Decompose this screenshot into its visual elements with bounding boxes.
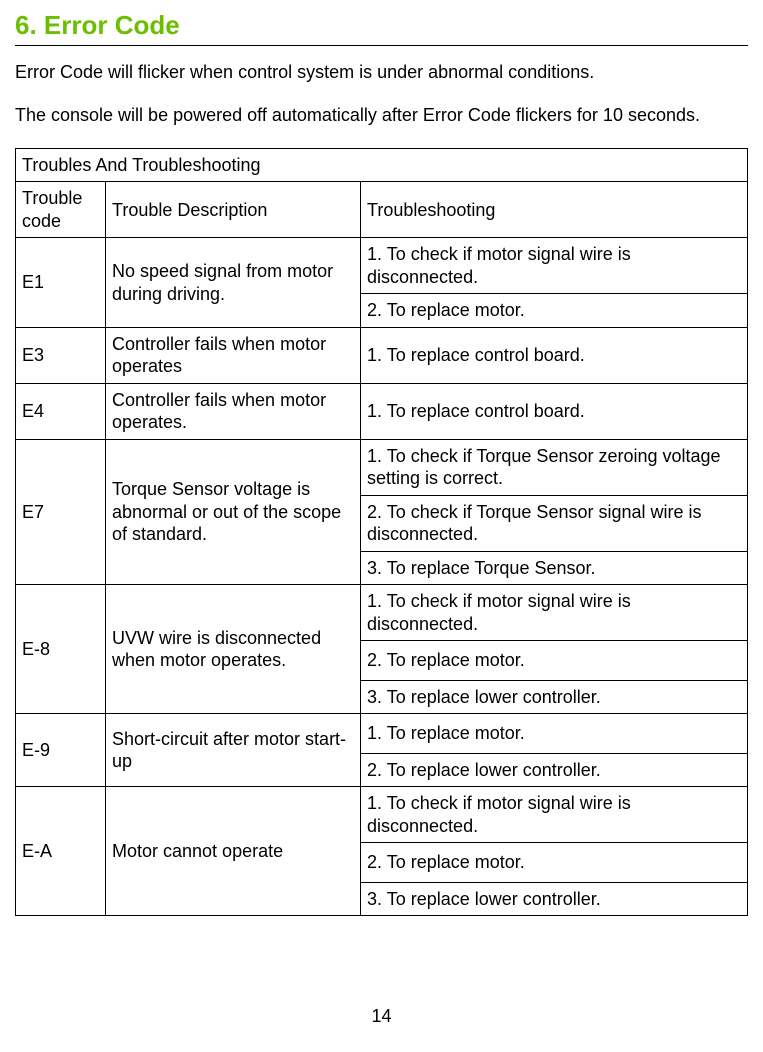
desc-cell: UVW wire is disconnected when motor oper… (106, 585, 361, 714)
shoot-cell: 1. To check if Torque Sensor zeroing vol… (361, 439, 748, 495)
table-header-row: Trouble code Trouble Description Trouble… (16, 182, 748, 238)
intro-paragraph-2: The console will be powered off automati… (15, 104, 748, 127)
shoot-cell: 1. To check if motor signal wire is disc… (361, 238, 748, 294)
shoot-cell: 1. To replace control board. (361, 383, 748, 439)
shoot-cell: 3. To replace Torque Sensor. (361, 551, 748, 585)
code-cell: E4 (16, 383, 106, 439)
code-cell: E1 (16, 238, 106, 328)
troubleshooting-table: Troubles And Troubleshooting Trouble cod… (15, 148, 748, 917)
table-title: Troubles And Troubleshooting (16, 148, 748, 182)
desc-cell: Controller fails when motor operates (106, 327, 361, 383)
table-row: E-8 UVW wire is disconnected when motor … (16, 585, 748, 641)
shoot-cell: 1. To replace control board. (361, 327, 748, 383)
shoot-cell: 2. To check if Torque Sensor signal wire… (361, 495, 748, 551)
desc-cell: No speed signal from motor during drivin… (106, 238, 361, 328)
header-code: Trouble code (16, 182, 106, 238)
shoot-cell: 2. To replace motor. (361, 641, 748, 681)
code-cell: E-A (16, 787, 106, 916)
table-row: E-9 Short-circuit after motor start-up 1… (16, 714, 748, 754)
shoot-cell: 2. To replace motor. (361, 294, 748, 328)
code-cell: E7 (16, 439, 106, 585)
table-row: E-A Motor cannot operate 1. To check if … (16, 787, 748, 843)
page-number: 14 (0, 1006, 763, 1027)
table-row: E3 Controller fails when motor operates … (16, 327, 748, 383)
code-cell: E-9 (16, 714, 106, 787)
intro-paragraph-1: Error Code will flicker when control sys… (15, 61, 748, 84)
desc-cell: Motor cannot operate (106, 787, 361, 916)
table-title-row: Troubles And Troubleshooting (16, 148, 748, 182)
table-row: E4 Controller fails when motor operates.… (16, 383, 748, 439)
shoot-cell: 2. To replace motor. (361, 843, 748, 883)
table-row: E7 Torque Sensor voltage is abnormal or … (16, 439, 748, 495)
shoot-cell: 1. To check if motor signal wire is disc… (361, 787, 748, 843)
table-row: E1 No speed signal from motor during dri… (16, 238, 748, 294)
shoot-cell: 1. To check if motor signal wire is disc… (361, 585, 748, 641)
code-cell: E-8 (16, 585, 106, 714)
desc-cell: Torque Sensor voltage is abnormal or out… (106, 439, 361, 585)
section-heading: 6. Error Code (15, 10, 748, 46)
desc-cell: Short-circuit after motor start-up (106, 714, 361, 787)
header-description: Trouble Description (106, 182, 361, 238)
shoot-cell: 3. To replace lower controller. (361, 882, 748, 916)
shoot-cell: 1. To replace motor. (361, 714, 748, 754)
desc-cell: Controller fails when motor operates. (106, 383, 361, 439)
header-troubleshooting: Troubleshooting (361, 182, 748, 238)
shoot-cell: 3. To replace lower controller. (361, 680, 748, 714)
shoot-cell: 2. To replace lower controller. (361, 753, 748, 787)
code-cell: E3 (16, 327, 106, 383)
